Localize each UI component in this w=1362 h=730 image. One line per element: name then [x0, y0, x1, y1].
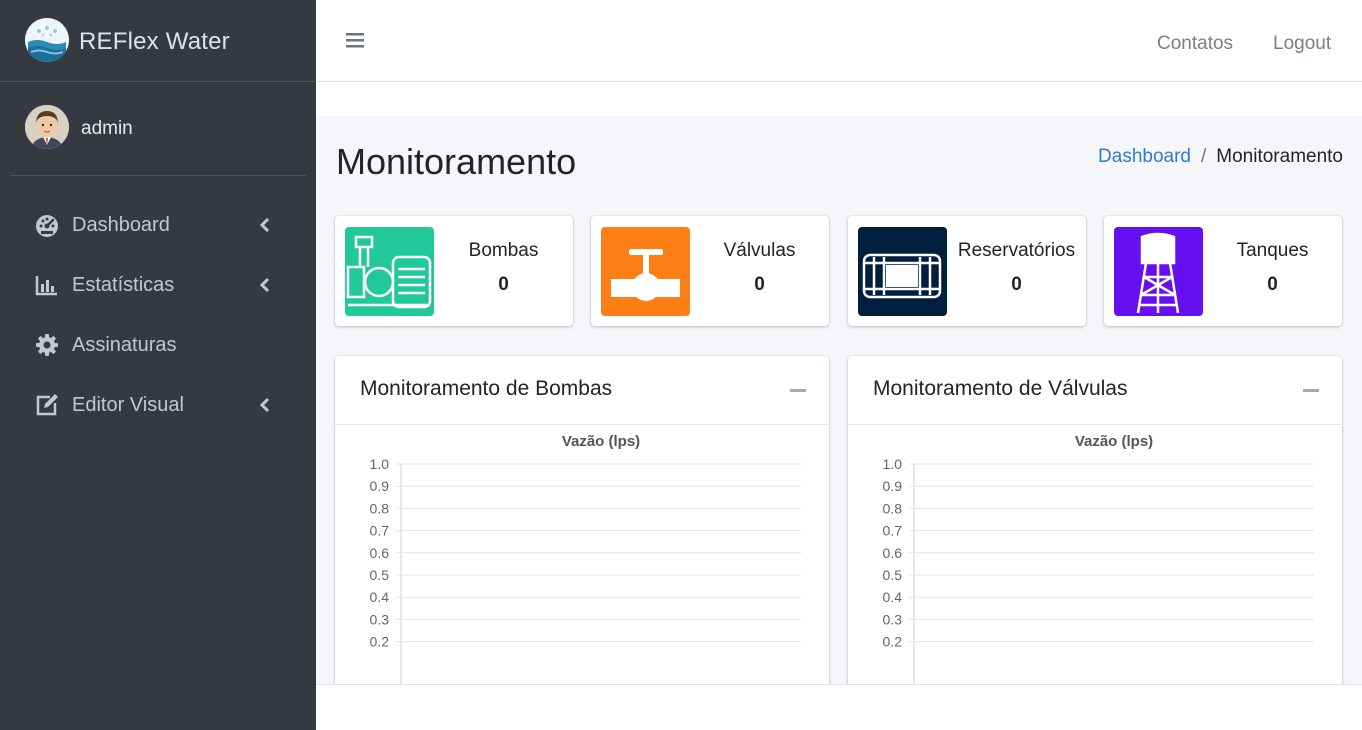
water-tower-icon [1114, 227, 1203, 316]
y-tick-label: 0.9 [370, 478, 390, 494]
y-tick-label: 0.8 [883, 500, 903, 516]
info-box-label: Válvulas [723, 240, 796, 261]
pump-icon [345, 227, 434, 316]
info-box-bombas[interactable]: Bombas 0 [335, 216, 573, 326]
info-box-label: Reservatórios [957, 240, 1076, 261]
y-tick-label: 0.5 [370, 567, 390, 583]
collapse-minus-icon[interactable] [790, 389, 806, 392]
y-tick-label: 1.0 [370, 456, 390, 472]
gear-icon [34, 332, 60, 358]
y-tick-label: 0.5 [883, 567, 903, 583]
y-tick-label: 0.9 [883, 478, 903, 494]
main-sidebar: REFlex Water admin Dashboard Estatística… [0, 0, 316, 730]
breadcrumb-separator: / [1200, 146, 1207, 167]
logout-link[interactable]: Logout [1273, 33, 1331, 55]
info-box-label: Bombas [468, 240, 539, 261]
info-box-value: 0 [1011, 274, 1022, 295]
y-tick-label: 0.2 [370, 634, 390, 650]
edit-icon [34, 392, 60, 418]
info-box-valvulas[interactable]: Válvulas 0 [591, 216, 829, 326]
sidebar-nav: Dashboard Estatísticas Assinaturas Edito… [0, 195, 316, 435]
reservoir-icon [858, 227, 947, 316]
page-title: Monitoramento [336, 141, 577, 182]
chart-title: Vazão (lps) [1075, 433, 1153, 450]
main-footer [316, 684, 1362, 730]
card-title: Monitoramento de Válvulas [873, 377, 1128, 400]
chevron-left-icon [258, 396, 272, 414]
info-box-value: 0 [754, 274, 765, 295]
contacts-link[interactable]: Contatos [1157, 33, 1233, 55]
user-name[interactable]: admin [81, 118, 133, 140]
card-title: Monitoramento de Bombas [360, 377, 613, 400]
y-tick-label: 0.3 [370, 611, 390, 627]
user-avatar[interactable] [25, 105, 69, 149]
info-box-value: 0 [1267, 274, 1278, 295]
content-wrapper: Monitoramento Dashboard / Monitoramento Bo… [316, 116, 1362, 684]
y-tick-label: 0.2 [883, 634, 903, 650]
collapse-minus-icon[interactable] [1303, 389, 1319, 392]
y-tick-label: 0.4 [883, 589, 903, 605]
sidebar-item-dashboard[interactable]: Dashboard [0, 195, 316, 255]
sidebar-item-label: Editor Visual [72, 394, 184, 416]
sidebar-item-label: Assinaturas [72, 334, 177, 356]
chart-vazao-valvulas: Vazão (lps) 1.0 0.9 0.8 0.7 0.6 0.5 0.4 0.3 0.2 [883, 433, 1314, 684]
breadcrumb-current: Monitoramento [1216, 146, 1343, 167]
y-tick-label: 0.7 [370, 523, 390, 539]
y-tick-label: 1.0 [883, 456, 903, 472]
sidebar-item-label: Dashboard [72, 214, 170, 236]
brand-logo [25, 18, 69, 62]
valve-icon [601, 227, 690, 316]
bar-chart-icon [34, 272, 60, 298]
y-tick-label: 0.7 [883, 523, 903, 539]
card-header: Monitoramento de Válvulas [848, 356, 1342, 425]
brand-name: REFlex Water [79, 28, 230, 55]
info-box-reservatorios[interactable]: Reservatórios 0 [848, 216, 1086, 326]
chevron-left-icon [258, 276, 272, 294]
chevron-left-icon [258, 216, 272, 234]
card-monitoramento-valvulas: Monitoramento de Válvulas Vazão (lps) 1.0… [848, 356, 1342, 684]
brand-link[interactable]: REFlex Water [0, 0, 316, 82]
top-navbar: Contatos Logout [316, 4, 1362, 82]
sidebar-item-label: Estatísticas [72, 274, 175, 296]
card-header: Monitoramento de Bombas [335, 356, 829, 425]
sidebar-item-editor-visual[interactable]: Editor Visual [0, 375, 316, 435]
sidebar-item-estatisticas[interactable]: Estatísticas [0, 255, 316, 315]
info-box-value: 0 [498, 274, 509, 295]
sidebar-item-assinaturas[interactable]: Assinaturas [0, 315, 316, 375]
user-panel: admin [10, 95, 306, 176]
y-tick-label: 0.6 [883, 545, 903, 561]
menu-toggle-icon[interactable] [346, 31, 364, 49]
y-tick-label: 0.3 [883, 611, 903, 627]
y-tick-label: 0.8 [370, 500, 390, 516]
breadcrumb: Dashboard / Monitoramento [1098, 146, 1343, 168]
info-box-tanques[interactable]: Tanques 0 [1104, 216, 1342, 326]
chart-title: Vazão (lps) [562, 433, 640, 450]
card-monitoramento-bombas: Monitoramento de Bombas Vazão (lps) 1.0 0.… [335, 356, 829, 684]
tachometer-icon [34, 212, 60, 238]
y-tick-label: 0.4 [370, 589, 390, 605]
breadcrumb-home-link[interactable]: Dashboard [1098, 146, 1191, 167]
y-tick-label: 0.6 [370, 545, 390, 561]
chart-vazao-bombas: Vazão (lps) 1.0 0.9 0.8 0.7 0.6 0.5 0.4 0.3 0.2 [370, 433, 801, 684]
info-box-label: Tanques [1236, 240, 1309, 261]
